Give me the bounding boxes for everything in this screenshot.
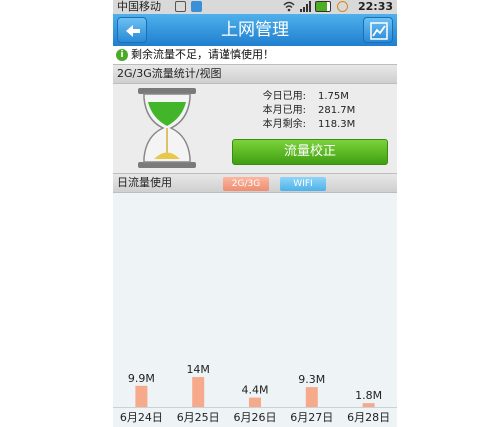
daily-usage-chart: 9.9M 6月24日 14M 6月25日 4.4M 6月26日 9.3M 6月27日 1.8M 6… — [113, 193, 397, 427]
tab-wifi[interactable]: WIFI — [280, 177, 326, 191]
daily-usage-title: 日流量使用 — [117, 176, 172, 189]
clock: 22:33 — [357, 0, 393, 13]
x-tick-label: 6月28日 — [347, 411, 390, 424]
tab-2g3g[interactable]: 2G/3G — [223, 177, 269, 191]
usage-bar — [192, 377, 205, 407]
trend-chart-icon — [370, 22, 388, 40]
today-used-row: 今日已用: 1.75M — [246, 90, 386, 103]
bar-chart: 9.9M 6月24日 14M 6月25日 4.4M 6月26日 9.3M 6月27日 1.8M 6… — [113, 363, 397, 424]
status-bar: 中国移动 22:33 — [113, 0, 397, 14]
page-title: 上网管理 — [221, 20, 289, 40]
title-bar: 上网管理 — [113, 14, 397, 46]
battery-icon — [315, 1, 331, 12]
x-tick-label: 6月27日 — [290, 411, 333, 424]
alarm-icon — [337, 1, 348, 12]
signal-icon — [299, 1, 311, 12]
month-remaining-value: 118.3M — [318, 119, 356, 130]
stats-panel: 今日已用: 1.75M 本月已用: 281.7M 本月剩余: 118.3M 流量… — [113, 84, 397, 173]
today-used-value: 1.75M — [318, 91, 349, 102]
bar-value-label: 4.4M — [242, 384, 269, 397]
app-notification-icon — [191, 1, 202, 12]
bar-value-label: 1.8M — [355, 389, 382, 402]
warning-text: 剩余流量不足，请谨慎使用！ — [131, 48, 274, 61]
chart-view-button[interactable] — [363, 17, 393, 43]
today-used-label: 今日已用: — [262, 91, 306, 102]
usage-bar — [305, 387, 318, 407]
hourglass-icon — [138, 88, 196, 168]
calibrate-button[interactable]: 流量校正 — [232, 139, 388, 165]
bar-value-label: 14M — [186, 363, 210, 376]
bar-value-label: 9.9M — [128, 372, 155, 385]
month-remaining-label: 本月剩余: — [262, 119, 306, 130]
low-data-warning: i 剩余流量不足，请谨慎使用！ — [113, 46, 397, 64]
daily-usage-header: 日流量使用 2G/3G WIFI — [113, 173, 397, 193]
info-icon: i — [116, 49, 128, 61]
x-tick-label: 6月26日 — [234, 411, 277, 424]
month-used-label: 本月已用: — [262, 105, 306, 116]
usb-icon — [175, 1, 186, 12]
x-tick-label: 6月24日 — [120, 411, 163, 424]
month-used-row: 本月已用: 281.7M — [246, 104, 386, 117]
month-used-value: 281.7M — [318, 105, 356, 116]
bar-value-label: 9.3M — [298, 373, 325, 386]
wifi-icon — [283, 1, 295, 12]
usage-bar — [249, 397, 261, 407]
month-remaining-row: 本月剩余: 118.3M — [246, 118, 386, 131]
usage-bar — [135, 385, 148, 407]
usage-bar — [362, 403, 375, 407]
x-tick-label: 6月25日 — [177, 411, 220, 424]
phone-screen: 中国移动 22:33 上网管理 i 剩余流量不足，请谨慎使用！ 2G/3G流量统… — [113, 0, 397, 427]
stats-section-header: 2G/3G流量统计/视图 — [113, 64, 397, 84]
carrier-name: 中国移动 — [117, 0, 161, 13]
